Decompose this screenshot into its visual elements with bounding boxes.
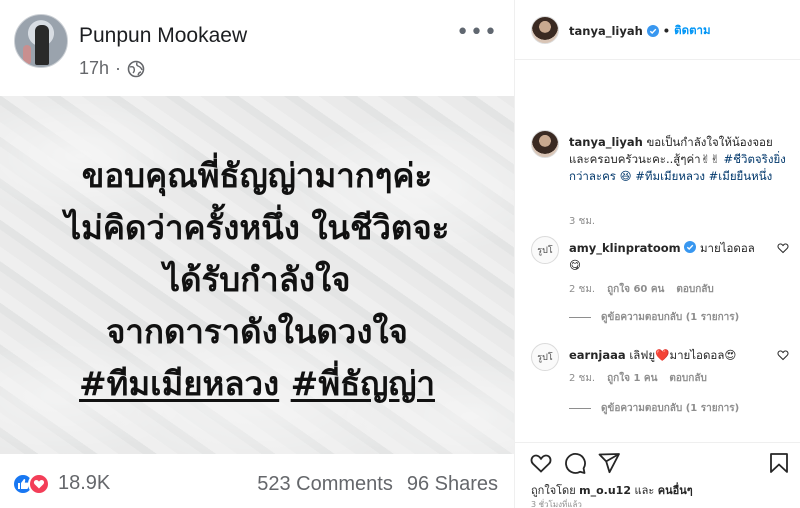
love-reaction-icon: [28, 472, 50, 495]
quote-text: ขอบคุณพี่ธัญญ่ามากๆค่ะ ไม่คิดว่าครั้งหนึ…: [0, 150, 514, 410]
comment-icon[interactable]: [563, 451, 587, 475]
globe-icon: [127, 60, 145, 77]
author-name[interactable]: Punpun Mookaew: [79, 24, 247, 48]
ig-post-time[interactable]: 3 ชั่วโมงที่แล้ว: [531, 498, 582, 508]
reactions-count: 18.9K: [58, 472, 111, 494]
post-image[interactable]: ขอบคุณพี่ธัญญ่ามากๆค่ะ ไม่คิดว่าครั้งหนึ…: [0, 96, 514, 454]
post-stats: 523 Comments 96 Shares: [257, 473, 498, 496]
heart-icon[interactable]: [777, 242, 789, 254]
instagram-panel: tanya_liyah • ติดตาม tanya_liyah ขอเป็นก…: [514, 0, 800, 508]
ig-caption-time[interactable]: 3 ชม.: [569, 214, 595, 229]
comment-likes[interactable]: ถูกใจ 60 คน: [607, 282, 664, 297]
quote-line: ขอบคุณพี่ธัญญ่ามากๆค่ะ: [81, 156, 433, 195]
quote-hashtags: #ทีมเมียหลวง #พี่ธัญญ่า: [0, 358, 514, 410]
post-meta: 17h ·: [79, 58, 145, 79]
ig-header-username[interactable]: tanya_liyah: [569, 24, 643, 38]
author-avatar[interactable]: [14, 14, 68, 68]
ig-header-separator: •: [662, 24, 671, 38]
comment-time[interactable]: 2 ชม.: [569, 282, 595, 297]
post-time[interactable]: 17h: [79, 58, 109, 79]
comment-username[interactable]: earnjaaa: [569, 348, 626, 362]
heart-icon[interactable]: [777, 349, 789, 361]
comments-count-link[interactable]: 523 Comments: [257, 473, 393, 496]
ig-header-avatar[interactable]: [531, 16, 559, 44]
hashtag: #พี่ธัญญ่า: [290, 364, 435, 403]
follow-button[interactable]: ติดตาม: [674, 22, 710, 40]
ig-post-header: tanya_liyah • ติดตาม: [515, 0, 800, 60]
comment-body: earnjaaa เลิฟยู❤️มายไอดอล😍: [569, 347, 765, 364]
quote-line: ไม่คิดว่าครั้งหนึ่ง ในชีวิตจะ: [64, 208, 450, 247]
verified-badge-icon: [646, 25, 659, 37]
view-replies-label: ดูข้อความตอบกลับ (1 รายการ): [601, 312, 740, 323]
facebook-post: Punpun Mookaew 17h · ••• ขอบคุณพี่ธัญญ่า…: [0, 0, 514, 508]
hashtag: #ทีมเมียหลวง: [79, 364, 280, 403]
comment-meta: 2 ชม. ถูกใจ 60 คน ตอบกลับ: [569, 282, 714, 297]
reply-button[interactable]: ตอบกลับ: [669, 371, 706, 386]
view-replies[interactable]: ดูข้อความตอบกลับ (1 รายการ): [569, 310, 739, 325]
ig-caption-text: tanya_liyah ขอเป็นกำลังใจให้น้องจอยและคร…: [569, 134, 791, 185]
quote-line: จากดาราดังในดวงใจ: [106, 312, 408, 351]
quote-line: ได้รับกำลังใจ: [163, 260, 351, 299]
reply-button[interactable]: ตอบกลับ: [676, 282, 713, 297]
liked-by: ถูกใจโดย m_o.u12 และ คนอื่นๆ: [531, 481, 693, 499]
view-replies[interactable]: ดูข้อความตอบกลับ (1 รายการ): [569, 401, 739, 416]
comment-time[interactable]: 2 ชม.: [569, 371, 595, 386]
comment-meta: 2 ชม. ถูกใจ 1 คน ตอบกลับ: [569, 371, 707, 386]
meta-separator: ·: [115, 58, 122, 78]
more-options-icon[interactable]: •••: [456, 20, 498, 45]
commenter-avatar[interactable]: รูปโ: [531, 343, 559, 371]
reactions-summary[interactable]: 18.9K: [12, 472, 110, 495]
view-replies-label: ดูข้อความตอบกลับ (1 รายการ): [601, 403, 740, 414]
liked-by-and: และ: [634, 484, 655, 497]
share-icon[interactable]: [597, 451, 621, 475]
ig-comments-list[interactable]: tanya_liyah ขอเป็นกำลังใจให้น้องจอยและคร…: [515, 60, 800, 442]
post-header: Punpun Mookaew 17h · •••: [0, 0, 514, 96]
ig-caption-username[interactable]: tanya_liyah: [569, 135, 643, 149]
post-footer: 18.9K 523 Comments 96 Shares: [0, 454, 514, 508]
comment-likes[interactable]: ถูกใจ 1 คน: [607, 371, 657, 386]
bookmark-icon[interactable]: [767, 451, 791, 475]
ig-caption-avatar[interactable]: [531, 130, 559, 158]
ig-header-user: tanya_liyah • ติดตาม: [569, 22, 711, 40]
liked-by-others[interactable]: คนอื่นๆ: [658, 484, 693, 497]
comment-text: เลิฟยู❤️มายไอดอล😍: [629, 348, 737, 362]
liked-by-prefix: ถูกใจโดย: [531, 484, 576, 497]
verified-badge-icon: [684, 241, 697, 253]
ig-actions-bar: ถูกใจโดย m_o.u12 และ คนอื่นๆ 3 ชั่วโมงที…: [515, 442, 800, 508]
commenter-avatar[interactable]: รูปโ: [531, 236, 559, 264]
liked-by-user[interactable]: m_o.u12: [579, 484, 631, 497]
comment-body: amy_klinpratoom มายไอดอล 😋: [569, 240, 765, 274]
comment-username[interactable]: amy_klinpratoom: [569, 241, 681, 255]
shares-count-link[interactable]: 96 Shares: [407, 473, 498, 496]
heart-icon[interactable]: [529, 451, 553, 475]
